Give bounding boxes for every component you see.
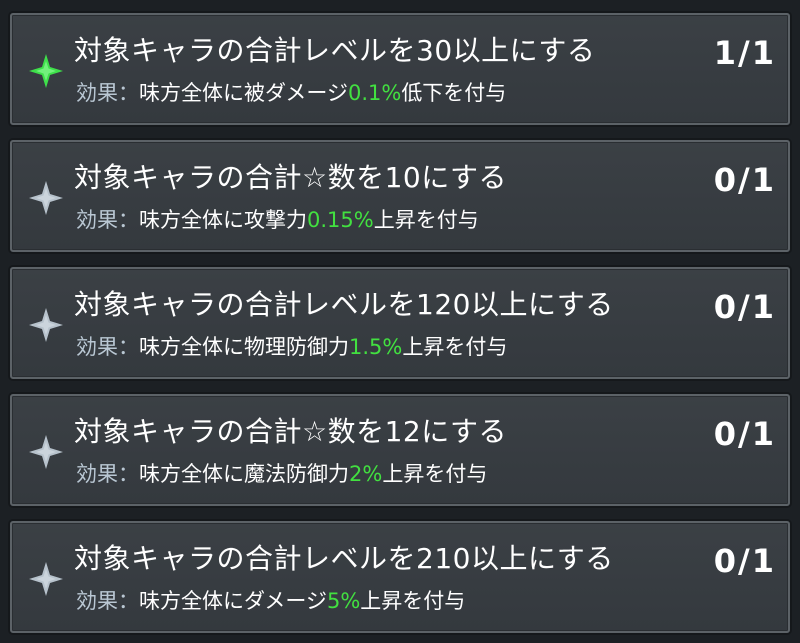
star-icon bbox=[28, 434, 64, 470]
mission-effect: 効果：味方全体にダメージ5%上昇を付与 bbox=[76, 586, 465, 616]
mission-effect: 効果：味方全体に物理防御力1.5%上昇を付与 bbox=[76, 332, 507, 362]
mission-title: 対象キャラの合計レベルを120以上にする bbox=[74, 288, 614, 321]
mission-title: 対象キャラの合計☆数を10にする bbox=[74, 161, 508, 194]
effect-suffix: 低下を付与 bbox=[401, 81, 507, 105]
star-icon bbox=[28, 53, 64, 89]
star-icon bbox=[28, 307, 64, 343]
effect-text: 味方全体にダメージ bbox=[139, 589, 327, 613]
effect-suffix: 上昇を付与 bbox=[373, 208, 479, 232]
star-icon bbox=[28, 180, 64, 216]
effect-label: 効果： bbox=[76, 589, 139, 613]
effect-label: 効果： bbox=[76, 462, 139, 486]
mission-progress: 1/1 bbox=[713, 34, 776, 72]
effect-value: 5% bbox=[326, 589, 361, 613]
mission-effect: 効果：味方全体に攻撃力0.15%上昇を付与 bbox=[76, 205, 479, 235]
mission-progress: 0/1 bbox=[713, 415, 776, 453]
effect-value: 0.1% bbox=[347, 81, 402, 105]
mission-list: 対象キャラの合計レベルを30以上にする 効果：味方全体に被ダメージ0.1%低下を… bbox=[0, 0, 800, 643]
mission-progress: 0/1 bbox=[713, 542, 776, 580]
effect-text: 味方全体に物理防御力 bbox=[139, 335, 349, 359]
mission-row-5[interactable]: 対象キャラの合計レベルを210以上にする 効果：味方全体にダメージ5%上昇を付与… bbox=[10, 521, 790, 633]
effect-text: 味方全体に魔法防御力 bbox=[139, 462, 349, 486]
effect-label: 効果： bbox=[76, 208, 139, 232]
mission-row-2[interactable]: 対象キャラの合計☆数を10にする 効果：味方全体に攻撃力0.15%上昇を付与 0… bbox=[10, 140, 790, 252]
effect-suffix: 上昇を付与 bbox=[402, 335, 508, 359]
mission-row-3[interactable]: 対象キャラの合計レベルを120以上にする 効果：味方全体に物理防御力1.5%上昇… bbox=[10, 267, 790, 379]
mission-progress: 0/1 bbox=[713, 161, 776, 199]
mission-title: 対象キャラの合計☆数を12にする bbox=[74, 415, 508, 448]
mission-row-4[interactable]: 対象キャラの合計☆数を12にする 効果：味方全体に魔法防御力2%上昇を付与 0/… bbox=[10, 394, 790, 506]
effect-suffix: 上昇を付与 bbox=[382, 462, 488, 486]
effect-label: 効果： bbox=[76, 81, 139, 105]
mission-progress: 0/1 bbox=[713, 288, 776, 326]
mission-effect: 効果：味方全体に被ダメージ0.1%低下を付与 bbox=[76, 78, 506, 108]
mission-row-1[interactable]: 対象キャラの合計レベルを30以上にする 効果：味方全体に被ダメージ0.1%低下を… bbox=[10, 13, 790, 125]
star-icon bbox=[28, 561, 64, 597]
effect-value: 0.15% bbox=[307, 208, 374, 232]
effect-text: 味方全体に被ダメージ bbox=[139, 81, 348, 105]
effect-value: 1.5% bbox=[349, 335, 403, 359]
effect-label: 効果： bbox=[76, 335, 139, 359]
effect-text: 味方全体に攻撃力 bbox=[139, 208, 307, 232]
mission-title: 対象キャラの合計レベルを210以上にする bbox=[74, 542, 614, 575]
mission-effect: 効果：味方全体に魔法防御力2%上昇を付与 bbox=[76, 459, 487, 489]
mission-title: 対象キャラの合計レベルを30以上にする bbox=[74, 34, 596, 67]
effect-suffix: 上昇を付与 bbox=[360, 589, 466, 613]
effect-value: 2% bbox=[349, 462, 383, 486]
